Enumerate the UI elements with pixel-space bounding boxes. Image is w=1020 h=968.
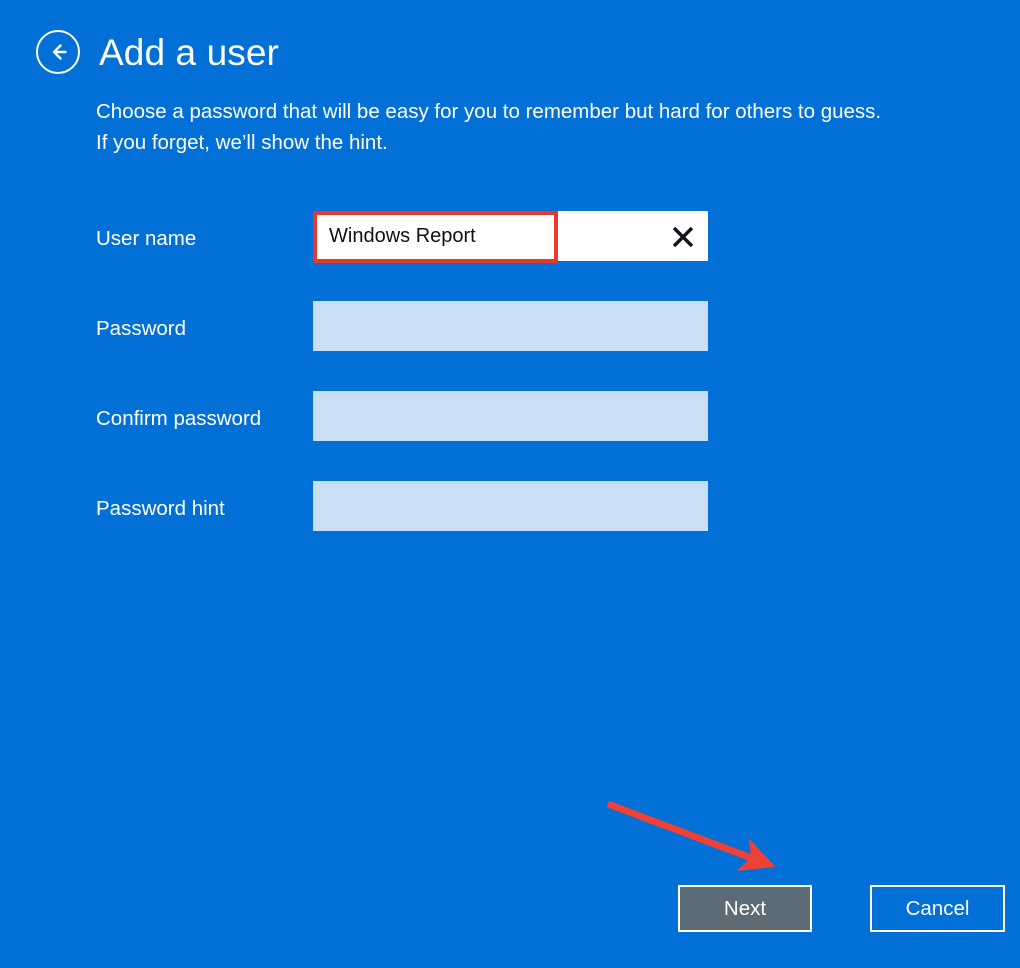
page-title: Add a user — [99, 31, 279, 73]
label-user-name: User name — [96, 227, 197, 250]
description-line-1: Choose a password that will be easy for … — [96, 100, 882, 123]
field-row-confirm-password: Confirm password — [0, 391, 1020, 481]
label-password: Password — [96, 317, 187, 340]
label-password-hint: Password hint — [96, 497, 225, 520]
footer-actions: Next Cancel — [678, 885, 1005, 932]
user-name-input[interactable] — [313, 211, 708, 261]
description-line-2: If you forget, we’ll show the hint. — [96, 131, 388, 154]
back-arrow-circle-icon[interactable] — [36, 30, 80, 74]
password-input[interactable] — [313, 301, 708, 351]
label-confirm-password: Confirm password — [96, 407, 262, 430]
cancel-button[interactable]: Cancel — [870, 885, 1005, 932]
field-row-user-name: User name — [0, 211, 1020, 301]
page-header: Add a user — [36, 30, 279, 74]
field-row-password: Password — [0, 301, 1020, 391]
add-a-user-screen: Add a user Choose a password that will b… — [0, 0, 1020, 968]
add-user-form: User name Password Confirm password Pass… — [0, 211, 1020, 571]
confirm-password-input[interactable] — [313, 391, 708, 441]
field-row-password-hint: Password hint — [0, 481, 1020, 571]
close-x-icon[interactable] — [670, 224, 696, 250]
page-description: Choose a password that will be easy for … — [96, 96, 976, 158]
next-button[interactable]: Next — [678, 885, 812, 932]
password-hint-input[interactable] — [313, 481, 708, 531]
